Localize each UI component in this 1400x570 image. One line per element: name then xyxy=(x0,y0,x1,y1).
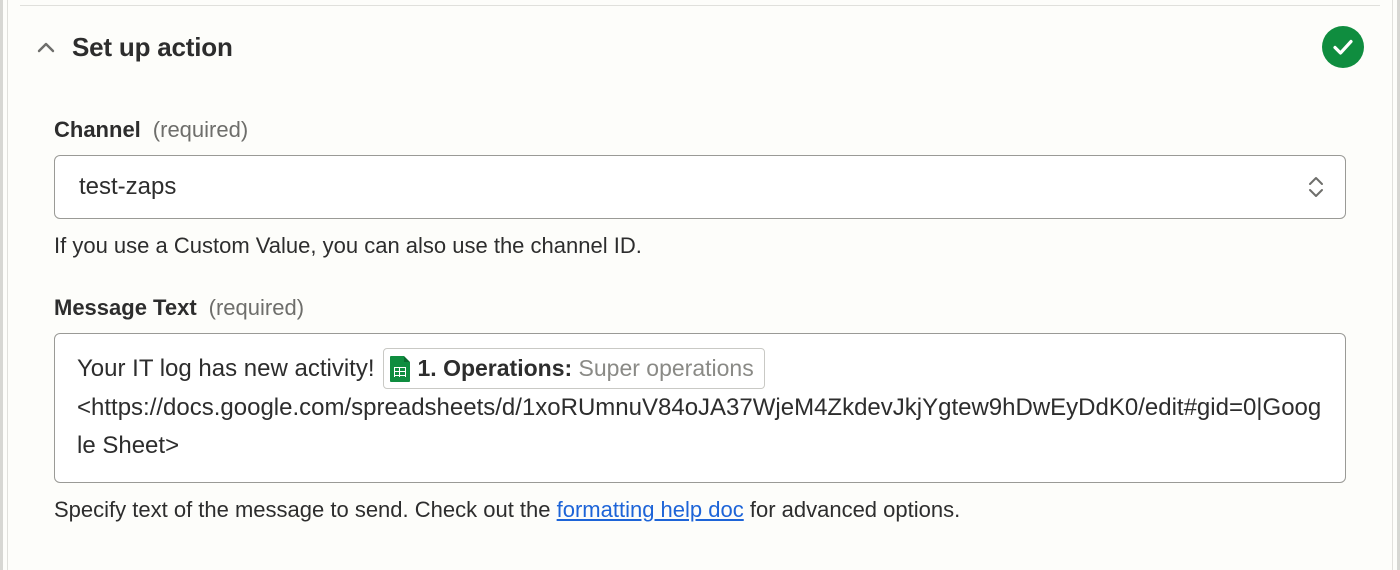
pill-step: 1. xyxy=(418,355,437,381)
channel-label: Channel xyxy=(54,117,141,143)
message-required: (required) xyxy=(209,295,304,321)
select-caret-icon xyxy=(1307,175,1325,199)
check-icon xyxy=(1331,35,1355,59)
channel-select[interactable]: test-zaps xyxy=(54,155,1346,219)
data-pill[interactable]: 1. Operations: Super operations xyxy=(383,348,765,390)
message-line2: <https://docs.google.com/spreadsheets/d/… xyxy=(77,389,1325,463)
section-title: Set up action xyxy=(72,32,233,63)
channel-label-row: Channel (required) xyxy=(54,117,1346,143)
message-helper: Specify text of the message to send. Che… xyxy=(54,495,1346,525)
status-complete-badge xyxy=(1322,26,1364,68)
sheets-icon xyxy=(390,356,410,382)
pill-value: Super operations xyxy=(579,355,754,381)
channel-value: test-zaps xyxy=(79,173,176,201)
section-header[interactable]: Set up action xyxy=(8,6,1392,73)
chevron-up-icon xyxy=(36,38,56,58)
message-label-row: Message Text (required) xyxy=(54,295,1346,321)
message-prefix: Your IT log has new activity! xyxy=(77,350,375,387)
pill-source: Operations: xyxy=(443,355,572,381)
channel-helper: If you use a Custom Value, you can also … xyxy=(54,231,1346,261)
message-label: Message Text xyxy=(54,295,197,321)
channel-required: (required) xyxy=(153,117,248,143)
formatting-help-link[interactable]: formatting help doc xyxy=(557,497,744,522)
message-text-input[interactable]: Your IT log has new activity! 1. Operati… xyxy=(54,333,1346,483)
